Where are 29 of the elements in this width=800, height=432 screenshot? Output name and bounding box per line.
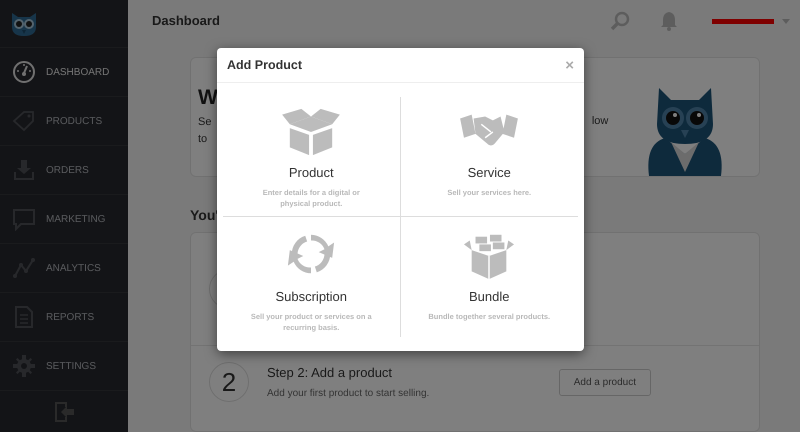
- welcome-text: low: [592, 114, 608, 128]
- search-icon[interactable]: [610, 11, 630, 31]
- owl-logo: [10, 10, 38, 36]
- step-description: Add your first product to start selling.: [267, 387, 430, 402]
- step-number: 2: [209, 362, 249, 402]
- sidebar-item[interactable]: MARKETING: [0, 195, 128, 244]
- dialog-title: Add Product: [227, 56, 302, 74]
- sidebar-item[interactable]: REPORTS: [0, 293, 128, 342]
- option-title: Subscription: [275, 288, 348, 306]
- page-title: Dashboard: [152, 12, 220, 30]
- redaction-bar: [712, 18, 774, 24]
- sidebar-item[interactable]: ORDERS: [0, 146, 128, 195]
- caret-icon[interactable]: [782, 18, 790, 24]
- step-title: Step 2: Add a product: [267, 364, 394, 382]
- welcome-text: to: [198, 132, 208, 146]
- gauge-icon: [12, 60, 36, 84]
- section-heading: You': [190, 206, 220, 225]
- close-button[interactable]: ×: [565, 58, 574, 72]
- option-title: Bundle: [469, 288, 510, 306]
- option-title: Product: [288, 164, 334, 182]
- sidebar-item[interactable]: PRODUCTS: [0, 97, 128, 146]
- welcome-title: W: [198, 86, 218, 108]
- welcome-text: Se: [198, 114, 212, 130]
- add-product-button[interactable]: Add a product: [558, 368, 651, 396]
- sidebar-item[interactable]: SETTINGS: [0, 342, 128, 391]
- sidebar-item[interactable]: DASHBOARD: [0, 48, 128, 97]
- sidebar-item[interactable]: ANALYTICS: [0, 244, 128, 293]
- option-title: Service: [468, 164, 511, 182]
- bell-icon[interactable]: [660, 11, 678, 31]
